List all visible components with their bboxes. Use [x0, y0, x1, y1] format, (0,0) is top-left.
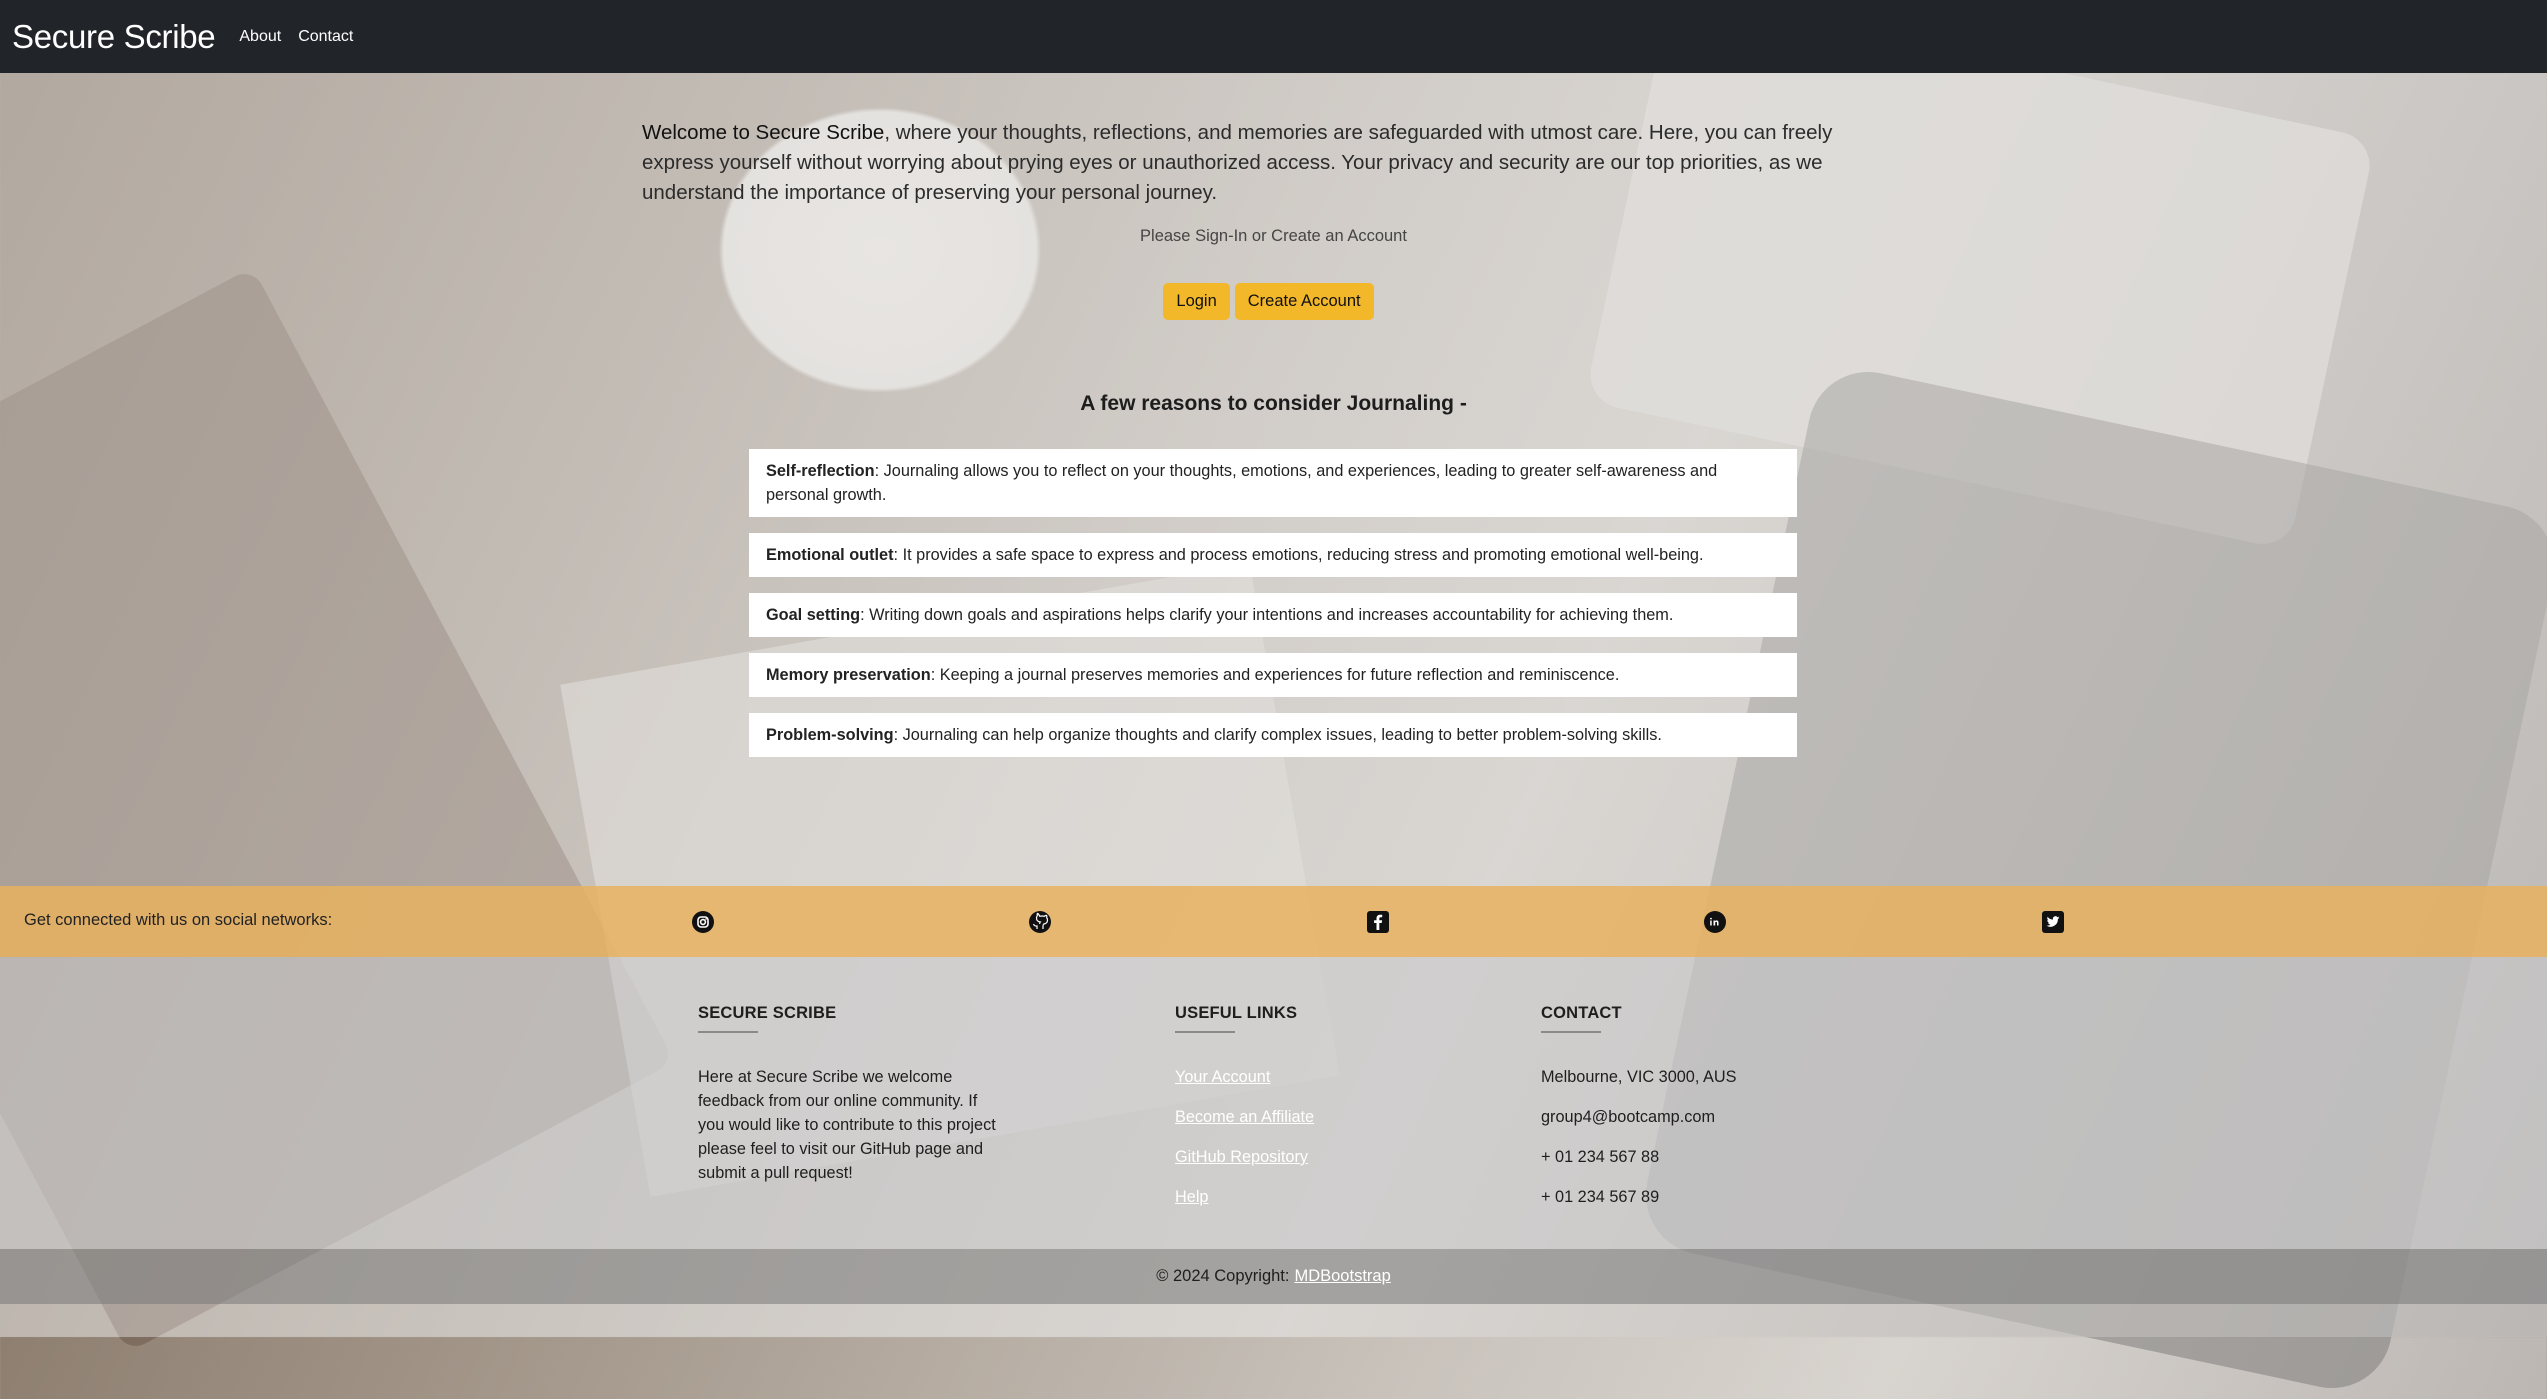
- reason-text: : Journaling allows you to reflect on yo…: [766, 462, 1718, 504]
- brand-logo[interactable]: Secure Scribe: [12, 18, 216, 56]
- social-bar: Get connected with us on social networks…: [0, 886, 2547, 957]
- nav-link-about[interactable]: About: [239, 28, 281, 46]
- nav-link-contact[interactable]: Contact: [298, 28, 353, 46]
- create-account-button[interactable]: Create Account: [1234, 283, 1374, 320]
- copyright-bar: © 2024 Copyright: MDBootstrap: [0, 1249, 2547, 1304]
- contact-email: group4@bootcamp.com: [1541, 1108, 1716, 1126]
- reason-item: Self-reflection: Journaling allows you t…: [749, 449, 1797, 517]
- footer-links-heading: USEFUL LINKS: [1175, 1004, 1298, 1022]
- reason-term: Memory preservation: [766, 666, 931, 684]
- auth-buttons: Login Create Account: [0, 283, 2547, 320]
- linkedin-icon[interactable]: [1703, 910, 1727, 934]
- sign-in-prompt: Please Sign-In or Create an Account: [1140, 227, 1407, 245]
- link-your-account[interactable]: Your Account: [1175, 1065, 1314, 1089]
- reason-term: Problem-solving: [766, 726, 894, 744]
- link-become-affiliate[interactable]: Become an Affiliate: [1175, 1105, 1314, 1129]
- login-button[interactable]: Login: [1163, 283, 1230, 320]
- link-github-repository[interactable]: GitHub Repository: [1175, 1145, 1314, 1169]
- footer-about-heading: SECURE SCRIBE: [698, 1004, 837, 1022]
- twitter-icon[interactable]: [2041, 910, 2065, 934]
- reason-term: Self-reflection: [766, 462, 875, 480]
- reason-item: Memory preservation: Keeping a journal p…: [749, 653, 1797, 697]
- reason-term: Goal setting: [766, 606, 861, 624]
- reasons-heading: A few reasons to consider Journaling -: [1080, 392, 1467, 415]
- contact-phone-1: + 01 234 567 88: [1541, 1148, 1660, 1166]
- social-caption: Get connected with us on social networks…: [24, 911, 333, 929]
- reason-text: : Journaling can help organize thoughts …: [893, 726, 1662, 744]
- reason-term: Emotional outlet: [766, 546, 894, 564]
- github-icon[interactable]: [1028, 910, 1052, 934]
- navbar: Secure Scribe About Contact: [0, 0, 2547, 73]
- facebook-icon[interactable]: [1366, 910, 1390, 934]
- reason-item: Goal setting: Writing down goals and asp…: [749, 593, 1797, 637]
- reasons-list: Self-reflection: Journaling allows you t…: [749, 449, 1797, 773]
- welcome-paragraph: Welcome to Secure Scribe, where your tho…: [642, 118, 1862, 208]
- copyright-text: © 2024 Copyright:: [1156, 1267, 1290, 1285]
- footer-about: SECURE SCRIBE Here at Secure Scribe we w…: [698, 1004, 1008, 1185]
- footer-contact: CONTACT Melbourne, VIC 3000, AUS group4@…: [1541, 1004, 1737, 1225]
- contact-phone-2: + 01 234 567 89: [1541, 1188, 1660, 1206]
- heading-divider: [698, 1031, 758, 1033]
- footer-links: USEFUL LINKS Your Account Become an Affi…: [1175, 1004, 1314, 1225]
- reason-item: Emotional outlet: It provides a safe spa…: [749, 533, 1797, 577]
- contact-address: Melbourne, VIC 3000, AUS: [1541, 1068, 1737, 1086]
- link-help[interactable]: Help: [1175, 1185, 1314, 1209]
- reason-text: : Writing down goals and aspirations hel…: [860, 606, 1674, 624]
- footer-contact-heading: CONTACT: [1541, 1004, 1622, 1022]
- footer-about-text: Here at Secure Scribe we welcome feedbac…: [698, 1068, 996, 1182]
- footer-links-list: Your Account Become an Affiliate GitHub …: [1175, 1065, 1314, 1209]
- reason-item: Problem-solving: Journaling can help org…: [749, 713, 1797, 757]
- instagram-icon[interactable]: [691, 910, 715, 934]
- reason-text: : It provides a safe space to express an…: [893, 546, 1704, 564]
- copyright-link[interactable]: MDBootstrap: [1294, 1267, 1390, 1286]
- welcome-lead: Welcome to Secure Scribe: [642, 121, 885, 144]
- heading-divider: [1175, 1031, 1235, 1033]
- heading-divider: [1541, 1031, 1601, 1033]
- reason-text: : Keeping a journal preserves memories a…: [930, 666, 1620, 684]
